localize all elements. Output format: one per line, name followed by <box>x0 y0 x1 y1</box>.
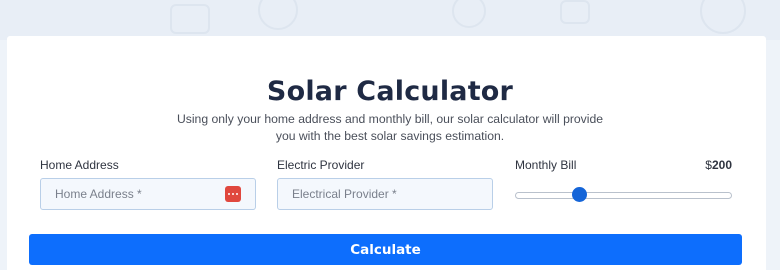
page-title: Solar Calculator <box>266 76 514 107</box>
calculate-button[interactable]: Calculate <box>29 234 742 265</box>
background-decoration <box>0 0 780 40</box>
monthly-bill-label: Monthly Bill <box>515 158 577 172</box>
page-subtitle: Using only your home address and monthly… <box>176 112 604 143</box>
electric-provider-field[interactable] <box>277 178 493 210</box>
monthly-bill-slider-track[interactable] <box>515 192 732 199</box>
bill-amount: 200 <box>711 158 732 172</box>
home-address-input[interactable] <box>55 187 225 201</box>
electric-provider-input[interactable] <box>292 187 478 201</box>
more-dots-icon[interactable] <box>225 186 241 202</box>
home-address-field[interactable] <box>40 178 256 210</box>
home-address-label: Home Address <box>40 158 119 172</box>
electric-provider-label: Electric Provider <box>277 158 365 172</box>
monthly-bill-slider-thumb[interactable] <box>571 187 587 202</box>
monthly-bill-value: $200 <box>705 158 732 172</box>
currency-symbol: $ <box>705 158 712 172</box>
